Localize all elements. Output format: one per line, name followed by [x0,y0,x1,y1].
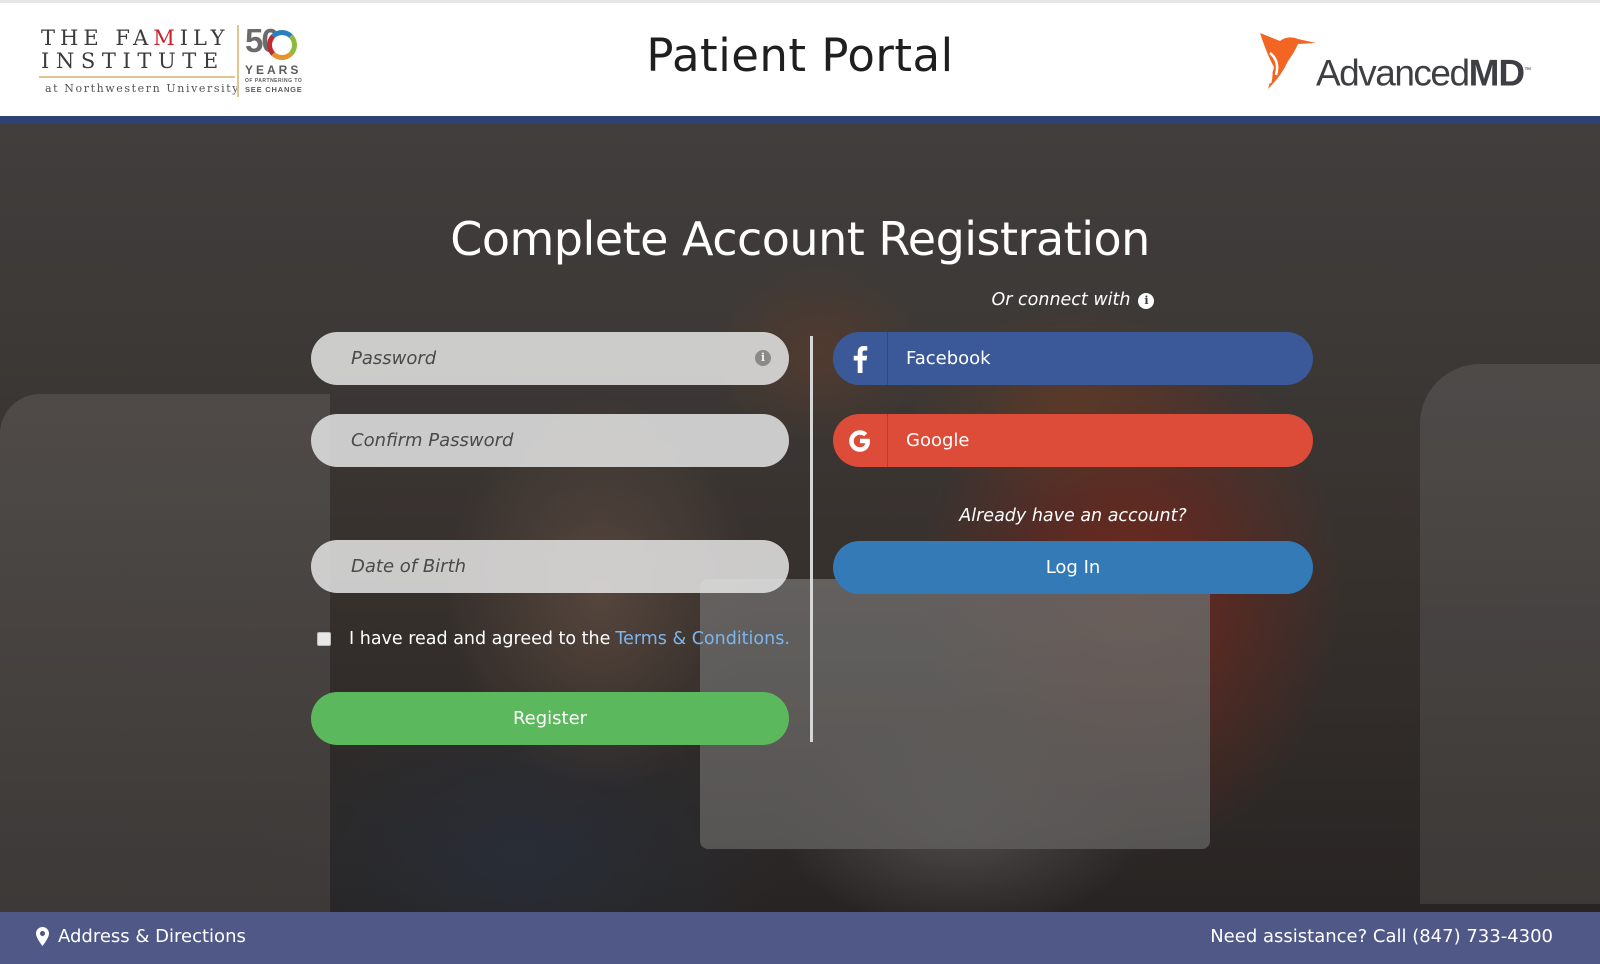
terms-conditions-link[interactable]: Terms & Conditions. [615,629,790,649]
login-button[interactable]: Log In [833,541,1313,594]
map-marker-icon [36,927,49,946]
advancedmd-logo[interactable]: AdvancedMD™ [1258,31,1558,95]
google-icon [833,414,888,467]
registration-heading: Complete Account Registration [450,212,1150,266]
connect-info-icon[interactable]: i [1138,293,1155,309]
facebook-icon [833,332,888,385]
date-of-birth-input[interactable] [311,540,789,593]
register-button[interactable]: Register [311,692,789,745]
advancedmd-wordmark: AdvancedMD™ [1316,52,1532,94]
terms-agreement: I have read and agreed to the Terms & Co… [317,629,790,649]
hummingbird-icon [1260,33,1316,89]
facebook-login-button[interactable]: Facebook [833,332,1313,385]
logo-line-3: at Northwestern University [45,82,241,95]
assistance-phone: Need assistance? Call (847) 733-4300 [1210,926,1553,947]
site-header: THE FAMILY INSTITUTE at Northwestern Uni… [0,0,1600,116]
terms-checkbox[interactable] [317,632,331,646]
connect-with-label: Or connect with i [833,290,1313,310]
anniversary-tagline: SEE CHANGE [245,85,303,94]
terms-text: I have read and agreed to the [349,629,611,649]
address-directions-label: Address & Directions [58,926,246,947]
column-divider [810,336,813,742]
site-footer: Address & Directions Need assistance? Ca… [0,912,1600,964]
google-login-button[interactable]: Google [833,414,1313,467]
google-label: Google [906,430,970,451]
address-directions-link[interactable]: Address & Directions [36,926,246,947]
confirm-password-input[interactable] [311,414,789,467]
password-input[interactable] [311,332,789,385]
hero-background: Complete Account Registration i I have r… [0,124,1600,912]
facebook-label: Facebook [906,348,991,369]
password-info-icon[interactable]: i [755,350,771,366]
header-divider [0,116,1600,124]
already-have-account-label: Already have an account? [959,506,1187,526]
